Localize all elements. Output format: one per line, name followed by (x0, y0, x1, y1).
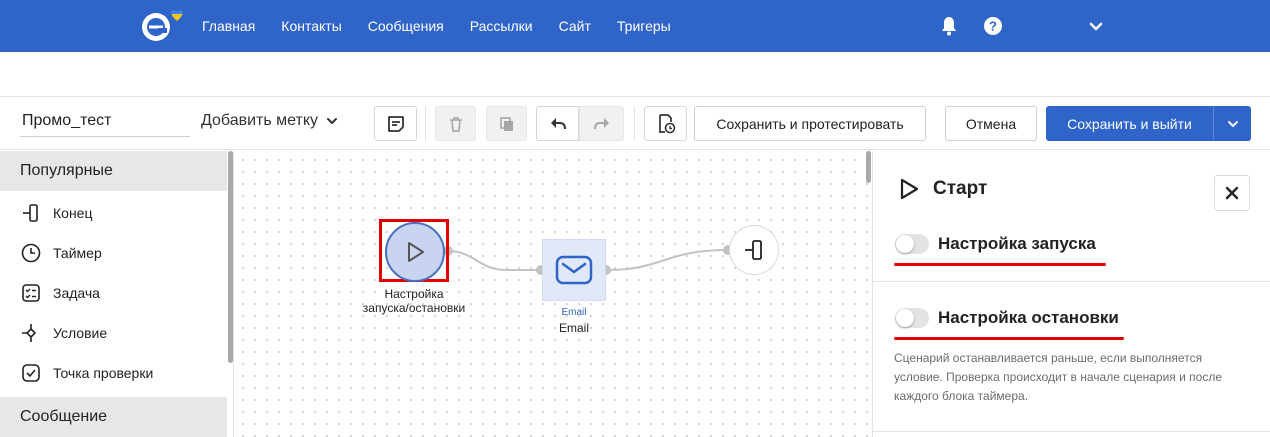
play-icon (900, 178, 919, 200)
top-nav-bar: Главная Контакты Сообщения Рассылки Сайт… (0, 0, 1270, 52)
toolbar-divider (425, 106, 426, 141)
add-tag-dropdown[interactable]: Добавить метку (201, 109, 338, 133)
sidebar-item-end[interactable]: Конец (20, 201, 92, 225)
end-icon (20, 202, 42, 224)
svg-text:?: ? (989, 19, 997, 34)
sidebar-item-label: Условие (53, 325, 108, 341)
nav-link-messages[interactable]: Сообщения (368, 18, 444, 34)
save-and-test-button[interactable]: Сохранить и протестировать (694, 106, 926, 141)
notes-button[interactable] (374, 106, 417, 141)
stop-settings-underline (894, 337, 1124, 340)
sidebar-item-timer[interactable]: Таймер (20, 241, 102, 265)
nav-link-triggers[interactable]: Тригеры (617, 18, 671, 34)
panel-title-text: Старт (933, 178, 988, 199)
start-node-label: Настройка запуска/остановки (362, 287, 466, 315)
stop-settings-row: Настройка остановки (895, 308, 1119, 328)
undo-icon (550, 117, 566, 129)
logo[interactable] (138, 8, 188, 44)
notes-icon (387, 115, 404, 132)
nav-link-mailings[interactable]: Рассылки (470, 18, 533, 34)
section-popular[interactable]: Популярные (0, 151, 227, 191)
email-node[interactable] (542, 239, 606, 301)
cancel-button[interactable]: Отмена (945, 106, 1037, 141)
copy-button[interactable] (486, 106, 527, 141)
chevron-down-icon (327, 118, 338, 124)
delete-button[interactable] (435, 106, 476, 141)
add-tag-label: Добавить метку (201, 112, 319, 129)
close-panel-button[interactable] (1214, 175, 1250, 211)
account-chevron-down-icon[interactable] (1084, 14, 1108, 38)
trash-icon (449, 116, 462, 132)
email-node-caption: Email (561, 307, 587, 318)
end-node[interactable] (729, 225, 779, 275)
toolbar-divider (634, 106, 635, 141)
sidebar-scrollbar[interactable] (228, 151, 233, 363)
help-icon[interactable]: ? (981, 14, 1005, 38)
copy-icon (499, 116, 513, 131)
sidebar-item-label: Конец (53, 205, 93, 221)
sidebar-item-label: Точка проверки (53, 365, 154, 381)
task-icon (20, 282, 42, 304)
undo-button[interactable] (536, 106, 579, 141)
sidebar-item-checkpoint[interactable]: Точка проверки (20, 361, 153, 385)
save-options-dropdown[interactable] (1213, 106, 1251, 141)
blocks-sidebar: Популярные Конец Таймер Задача Условие Т… (0, 151, 234, 437)
redo-button[interactable] (579, 106, 624, 141)
scenario-name-input[interactable] (20, 105, 190, 137)
redo-icon (593, 117, 609, 129)
canvas-scrollbar[interactable] (866, 151, 871, 183)
section-message[interactable]: Сообщение (0, 397, 227, 437)
stop-settings-label: Настройка остановки (938, 308, 1119, 327)
history-button[interactable] (644, 106, 687, 141)
editor-toolbar: Добавить метку Сохранить и протестироват… (0, 96, 1270, 150)
nav-link-site[interactable]: Сайт (559, 18, 591, 34)
chevron-down-icon (1227, 120, 1238, 127)
panel-divider (873, 281, 1270, 282)
checkpoint-icon (20, 362, 42, 384)
timer-icon (20, 242, 42, 264)
condition-icon (20, 322, 42, 344)
launch-settings-toggle[interactable] (895, 234, 929, 254)
sidebar-item-condition[interactable]: Условие (20, 321, 107, 345)
workflow-canvas[interactable]: Настройка запуска/остановки Email Email (234, 151, 872, 437)
bell-icon[interactable] (937, 14, 961, 38)
stop-settings-description: Сценарий останавливается раньше, если вы… (894, 351, 1223, 403)
nav-link-contacts[interactable]: Контакты (281, 18, 341, 34)
launch-settings-underline (894, 263, 1106, 266)
sidebar-item-label: Задача (53, 285, 100, 301)
panel-title: Старт (897, 177, 987, 201)
end-icon (745, 240, 762, 260)
save-and-exit-button-group: Сохранить и выйти (1046, 106, 1251, 141)
play-icon (408, 242, 424, 262)
email-icon (555, 255, 593, 285)
launch-settings-row: Настройка запуска (895, 234, 1096, 254)
stop-settings-toggle[interactable] (895, 308, 929, 328)
save-and-exit-button[interactable]: Сохранить и выйти (1046, 106, 1213, 141)
nav-link-home[interactable]: Главная (202, 18, 255, 34)
start-node[interactable] (385, 222, 445, 282)
sidebar-item-label: Таймер (53, 245, 102, 261)
panel-divider (873, 431, 1270, 432)
history-icon (658, 113, 675, 133)
launch-settings-label: Настройка запуска (938, 234, 1096, 253)
logo-icon (142, 10, 183, 41)
email-node-label: Email (558, 321, 589, 335)
sidebar-item-task[interactable]: Задача (20, 281, 100, 305)
node-settings-panel: Старт Настройка запуска Настройка остано… (872, 151, 1270, 437)
close-icon (1225, 186, 1239, 200)
